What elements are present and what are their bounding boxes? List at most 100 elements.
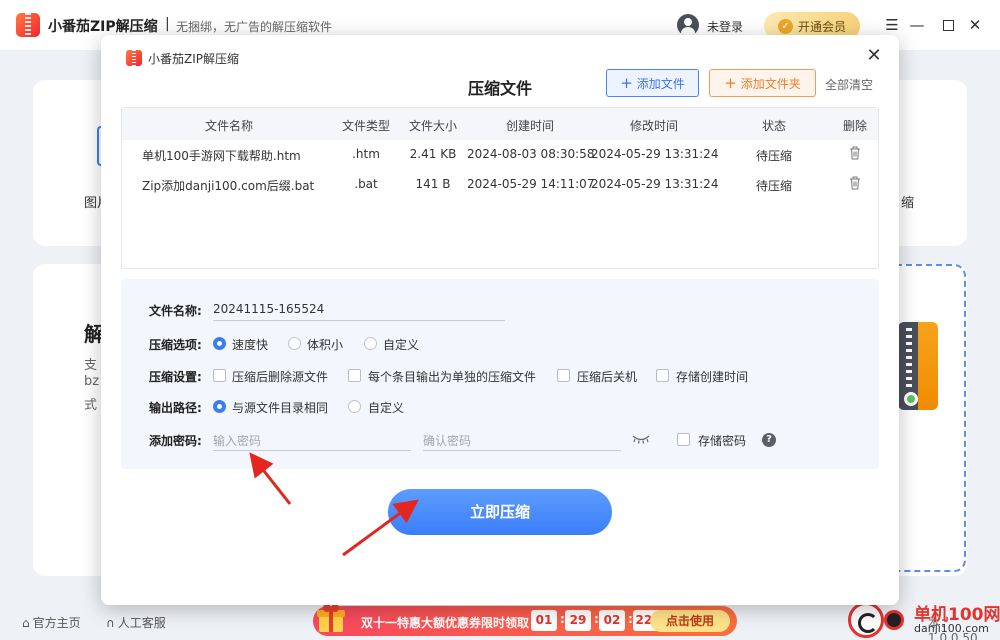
file-name: Zip添加danji100.com后缀.bat [142,179,315,193]
radio-size[interactable] [288,337,301,350]
gift-icon [317,604,345,632]
add-folder-label: 添加文件夹 [740,76,801,91]
countdown-seconds: 02 [599,610,625,631]
checkbox-separate-archives[interactable] [348,369,361,382]
plus-icon: + [724,74,737,92]
maximize-icon[interactable] [937,14,959,36]
title-separator: | [165,16,170,32]
save-password-label[interactable]: 存储密码 [698,432,746,449]
help-icon[interactable]: ? [762,433,776,447]
delete-source-label[interactable]: 压缩后删除源文件 [232,368,328,385]
checkbox-store-time[interactable] [656,369,669,382]
minimize-icon[interactable]: — [906,14,928,36]
app-slogan: 无捆绑，无广告的解压缩软件 [176,20,333,34]
file-created: 2024-05-29 14:11:07 [467,177,595,191]
add-file-label: 添加文件 [636,76,685,91]
dialog-heading: 压缩文件 [468,79,533,98]
official-home-link[interactable]: ⌂ 官方主页 [22,614,81,631]
output-path-label: 输出路径: [149,401,202,415]
decompress-desc-3: 式 [84,398,98,413]
radio-custom-compress[interactable] [364,337,377,350]
custom-path-label[interactable]: 自定义 [368,399,404,416]
promo-use-button[interactable]: 点击使用 [650,610,730,632]
radio-custom-path[interactable] [348,400,361,413]
radio-speed[interactable] [213,337,226,350]
countdown-hours: 01 [531,610,557,631]
menu-icon[interactable]: ☰ [881,14,903,36]
file-modified: 2024-05-29 13:31:24 [591,147,719,161]
window-close-icon[interactable]: ✕ [964,14,986,36]
separate-archives-label[interactable]: 每个条目输出为单独的压缩文件 [368,368,536,385]
radio-same-dir[interactable] [213,400,226,413]
watermark-circle-icon [848,602,884,638]
dialog-close-icon[interactable]: ✕ [863,45,885,67]
trash-icon[interactable] [849,176,861,190]
dialog-logo-icon [126,50,142,66]
option-size-label[interactable]: 体积小 [307,336,343,353]
table-header: 文件名称 文件类型 文件大小 创建时间 修改时间 状态 删除 [122,108,878,140]
col-status: 状态 [761,119,786,133]
compress-now-button[interactable]: 立即压缩 [388,489,612,535]
tile-label-right[interactable]: 缩 [901,192,914,211]
password-input[interactable]: 输入密码 [213,432,261,449]
user-avatar-icon[interactable] [677,14,699,36]
dialog-title: 小番茄ZIP解压缩 [148,52,239,66]
shutdown-label[interactable]: 压缩后关机 [577,368,637,385]
option-custom-label[interactable]: 自定义 [383,336,419,353]
password-label: 添加密码: [149,434,202,448]
file-type: .htm [352,147,380,161]
official-home-label: 官方主页 [32,616,81,630]
filename-input[interactable]: 20241115-165524 [213,302,324,316]
file-table: 文件名称 文件类型 文件大小 创建时间 修改时间 状态 删除 单机100手游网下… [121,107,879,269]
file-modified: 2024-05-29 13:31:24 [591,177,719,191]
promo-text: 双十一特惠大额优惠券限时领取 [361,616,530,630]
settings-panel: 文件名称: 20241115-165524 压缩选项: 速度快 体积小 自定义 … [121,279,879,469]
vip-button-label: 开通会员 [797,19,846,34]
checkbox-save-password[interactable] [677,433,690,446]
trash-icon[interactable] [849,146,861,160]
clear-all-button[interactable]: 全部清空 [825,76,873,93]
store-time-label[interactable]: 存储创建时间 [676,368,748,385]
compress-settings-label: 压缩设置: [149,370,202,384]
file-size: 141 B [415,177,451,191]
col-created: 创建时间 [505,119,554,133]
countdown-minutes: 29 [565,610,591,631]
file-size: 2.41 KB [409,147,457,161]
home-icon: ⌂ [22,615,30,630]
decompress-desc-2: bz [84,374,100,389]
app-name: 小番茄ZIP解压缩 [48,19,158,35]
file-status: 待压缩 [755,149,792,163]
password-underline [213,450,411,451]
col-delete: 删除 [842,119,867,133]
headset-icon: ∩ [106,615,115,630]
compress-option-label: 压缩选项: [149,338,202,352]
col-size: 文件大小 [408,119,457,133]
app-logo-icon [16,13,40,37]
option-speed-label[interactable]: 速度快 [232,336,268,353]
filename-label: 文件名称: [149,304,202,318]
checkbox-delete-source[interactable] [213,369,226,382]
col-modified: 修改时间 [629,119,678,133]
confirm-password-input[interactable]: 确认密码 [423,432,471,449]
file-created: 2024-08-03 08:30:58 [467,147,595,161]
file-status: 待压缩 [755,179,792,193]
add-folder-button[interactable]: + 添加文件夹 [709,69,816,97]
checkbox-shutdown[interactable] [557,369,570,382]
add-file-button[interactable]: + 添加文件 [606,69,699,97]
eye-closed-icon[interactable] [632,434,650,444]
customer-service-label: 人工客服 [117,616,166,630]
confirm-underline [423,450,621,451]
decompress-desc-1: 支 [84,358,98,373]
watermark-logo: 单机100网 danji100.com [848,600,1000,640]
login-status[interactable]: 未登录 [707,18,743,35]
col-type: 文件类型 [341,119,390,133]
compress-dialog: 小番茄ZIP解压缩 ✕ 压缩文件 + 添加文件 + 添加文件夹 全部清空 文件名… [101,35,899,605]
file-type: .bat [354,177,378,191]
customer-service-link[interactable]: ∩ 人工客服 [106,614,166,631]
plus-icon: + [620,74,633,92]
zip-knob-icon [904,392,918,406]
watermark-url: danji100.com [914,622,989,635]
filename-underline [213,320,505,321]
watermark-dot-icon [884,610,904,630]
same-dir-label[interactable]: 与源文件目录相同 [232,399,328,416]
